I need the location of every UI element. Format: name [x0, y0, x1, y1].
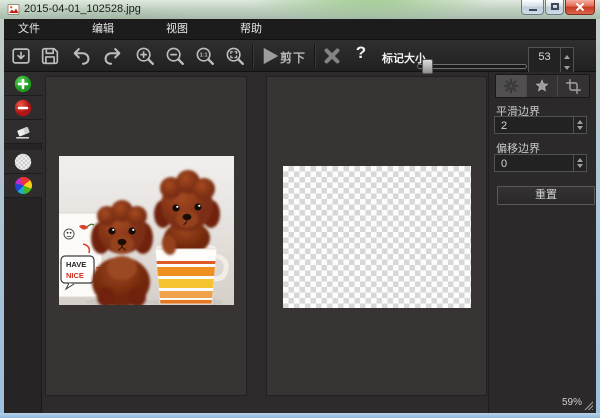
zoom-actual-label: 1:1	[200, 53, 208, 59]
remove-background-marker-button[interactable]	[4, 96, 42, 120]
add-foreground-marker-button[interactable]	[4, 72, 42, 96]
smooth-boundary-value[interactable]: 2	[495, 117, 573, 133]
close-icon	[575, 2, 585, 12]
reset-button[interactable]: 重置	[497, 186, 595, 205]
spin-down-icon[interactable]	[577, 164, 583, 168]
source-photo-puppies[interactable]: HAVE NICE	[59, 156, 234, 305]
window-frame-bottom	[0, 413, 600, 418]
menubar: 文件 编辑 视图 帮助	[4, 19, 596, 40]
window-frame-right	[596, 19, 600, 413]
spin-down-icon[interactable]	[577, 126, 583, 130]
resize-grip[interactable]	[584, 401, 593, 410]
cut-label[interactable]: 剪下	[280, 49, 306, 66]
zoom-fit-button[interactable]	[222, 44, 248, 68]
spin-up-icon[interactable]	[577, 158, 583, 162]
menu-edit[interactable]: 编辑	[78, 19, 128, 40]
crop-icon	[565, 78, 582, 95]
source-canvas-panel[interactable]: HAVE NICE	[45, 76, 247, 396]
maximize-icon	[551, 3, 559, 10]
undo-button[interactable]	[69, 44, 95, 68]
offset-boundary-value[interactable]: 0	[495, 155, 573, 171]
red-minus-icon	[14, 99, 32, 117]
x-icon	[322, 46, 342, 66]
minimize-button[interactable]	[521, 0, 544, 15]
offset-boundary-spinbox[interactable]: 0	[494, 154, 587, 172]
maximize-button[interactable]	[545, 0, 564, 15]
star-icon	[533, 77, 551, 95]
spin-up-icon[interactable]	[577, 120, 583, 124]
window-title: 2015-04-01_102528.jpg	[24, 3, 141, 15]
minimize-icon	[529, 9, 537, 11]
open-icon	[10, 45, 32, 67]
toolbar-separator-1	[252, 44, 253, 68]
titlebar[interactable]: 2015-04-01_102528.jpg	[0, 0, 600, 19]
zoom-in-button[interactable]	[132, 44, 158, 68]
spin-down-icon[interactable]	[564, 66, 570, 70]
marker-size-slider-handle[interactable]	[422, 59, 433, 74]
zoom-level-status: 59%	[562, 397, 582, 408]
background-color-button[interactable]	[4, 174, 42, 198]
app-window: 2015-04-01_102528.jpg 文件 编辑 视图 帮助	[0, 0, 600, 418]
menu-help[interactable]: 帮助	[226, 19, 276, 40]
save-button[interactable]	[37, 44, 63, 68]
redo-button[interactable]	[99, 44, 125, 68]
app-jpg-icon	[7, 3, 20, 16]
clear-markers-button[interactable]	[319, 44, 345, 68]
marker-size-slider-track[interactable]	[417, 64, 527, 69]
properties-tabbar	[495, 74, 590, 98]
transparent-background-button[interactable]	[4, 150, 42, 174]
color-wheel-icon	[15, 177, 32, 194]
result-canvas-panel[interactable]	[266, 76, 487, 396]
properties-panel: 平滑边界 2 偏移边界 0 重置	[488, 72, 596, 413]
green-plus-icon	[14, 75, 32, 93]
undo-icon	[71, 45, 93, 67]
spin-up-icon[interactable]	[564, 55, 570, 59]
gear-icon	[502, 77, 520, 95]
smooth-boundary-spin-arrows[interactable]	[573, 117, 586, 133]
eraser-icon	[13, 122, 33, 142]
save-icon	[39, 45, 61, 67]
zoom-out-icon	[164, 45, 186, 67]
zoom-out-button[interactable]	[162, 44, 188, 68]
offset-boundary-spin-arrows[interactable]	[573, 155, 586, 171]
toolbar-separator-2	[314, 44, 315, 68]
tab-crop[interactable]	[558, 75, 589, 97]
mug-text-nice: NICE	[66, 271, 84, 280]
play-cut-icon	[261, 46, 281, 66]
eraser-button[interactable]	[4, 120, 42, 144]
toolbar: 1:1 剪下	[4, 40, 596, 72]
zoom-fit-icon	[224, 45, 246, 67]
zoom-in-icon	[134, 45, 156, 67]
tab-settings[interactable]	[496, 75, 527, 97]
menu-file[interactable]: 文件	[4, 19, 54, 40]
mug-text-have: HAVE	[66, 260, 86, 269]
close-button[interactable]	[565, 0, 595, 15]
left-puppy	[91, 200, 153, 305]
zoom-actual-icon: 1:1	[194, 45, 216, 67]
marker-tools-sidebar	[4, 72, 42, 413]
redo-icon	[101, 45, 123, 67]
tab-effects[interactable]	[527, 75, 558, 97]
smooth-boundary-spinbox[interactable]: 2	[494, 116, 587, 134]
help-button[interactable]: ?	[350, 43, 372, 69]
app-client-area: 文件 编辑 视图 帮助	[4, 19, 596, 413]
open-button[interactable]	[8, 44, 34, 68]
menu-view[interactable]: 视图	[152, 19, 202, 40]
zoom-actual-button[interactable]: 1:1	[192, 44, 218, 68]
result-transparency-checkerboard[interactable]	[283, 166, 471, 308]
transparency-checker-icon	[14, 153, 32, 171]
